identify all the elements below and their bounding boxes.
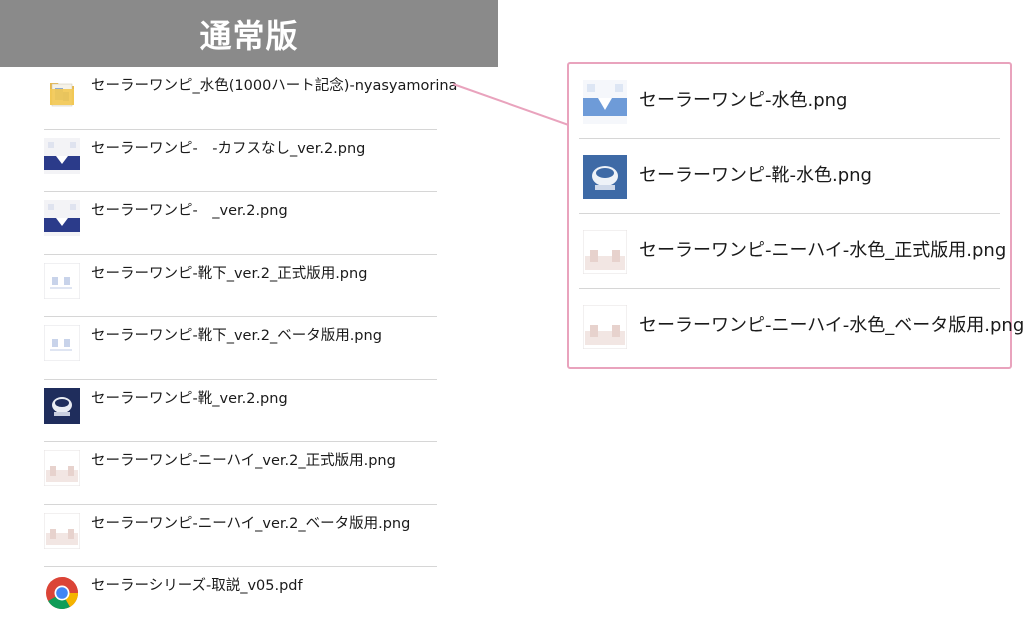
callout-file-name: セーラーワンピ-靴-水色.png: [639, 165, 872, 186]
section-header: 通常版: [0, 0, 498, 67]
file-item[interactable]: セーラーワンピ- _ver.2.png: [44, 192, 437, 255]
file-name: セーラーワンピ-ニーハイ_ver.2_正式版用.png: [91, 453, 396, 469]
callout-file-item[interactable]: セーラーワンピ-ニーハイ-水色_正式版用.png: [579, 214, 1006, 289]
file-name: セーラーワンピ_水色(1000ハート記念)-nyasyamorina: [91, 78, 458, 94]
file-item[interactable]: セーラーワンピ-靴下_ver.2_正式版用.png: [44, 255, 437, 317]
image-thumb-socks-icon: [44, 325, 80, 361]
image-thumb-kneehigh-icon: [44, 512, 80, 549]
image-thumb-dress-icon: [44, 137, 80, 174]
file-name: セーラーワンピ-靴_ver.2.png: [91, 390, 288, 407]
image-thumb-kneehigh-icon: [583, 230, 627, 274]
file-name: セーラーワンピ- _ver.2.png: [91, 203, 288, 219]
callout-panel: セーラーワンピ-水色.png セーラーワンピ-靴-水色.png セーラーワンピ-…: [567, 62, 1024, 369]
file-item[interactable]: セーラーワンピ-靴下_ver.2_ベータ版用.png: [44, 317, 437, 380]
file-name: セーラーワンピ-靴下_ver.2_正式版用.png: [91, 265, 368, 282]
callout-file-item[interactable]: セーラーワンピ-ニーハイ-水色_ベータ版用.png: [579, 289, 1024, 363]
section-title: 通常版: [199, 16, 299, 55]
file-name: セーラーワンピ- -カフスなし_ver.2.png: [91, 140, 366, 157]
file-item[interactable]: セーラーワンピ-靴_ver.2.png: [44, 380, 437, 442]
file-name: セーラーワンピ-靴下_ver.2_ベータ版用.png: [91, 328, 382, 344]
image-thumb-lightblue-shoes-icon: [583, 155, 627, 199]
file-name: セーラーシリーズ-取説_v05.pdf: [91, 578, 303, 594]
chrome-pdf-icon: [46, 577, 79, 610]
callout-file-name: セーラーワンピ-ニーハイ-水色_ベータ版用.png: [639, 315, 1024, 336]
file-name: セーラーワンピ-ニーハイ_ver.2_ベータ版用.png: [91, 515, 411, 532]
file-item[interactable]: セーラーシリーズ-取説_v05.pdf: [44, 567, 437, 629]
file-item[interactable]: セーラーワンピ-ニーハイ_ver.2_正式版用.png: [44, 442, 437, 505]
image-thumb-socks-icon: [44, 262, 80, 299]
callout-file-name: セーラーワンピ-ニーハイ-水色_正式版用.png: [639, 240, 1007, 261]
file-list: セーラーワンピ_水色(1000ハート記念)-nyasyamorina セーラーワ…: [44, 67, 457, 629]
file-item[interactable]: セーラーワンピ_水色(1000ハート記念)-nyasyamorina: [44, 67, 457, 130]
image-thumb-shoes-icon: [44, 387, 80, 424]
image-thumb-kneehigh-icon: [44, 450, 80, 486]
callout-file-item[interactable]: セーラーワンピ-水色.png: [579, 64, 1000, 139]
file-item[interactable]: セーラーワンピ- -カフスなし_ver.2.png: [44, 130, 437, 192]
file-item[interactable]: セーラーワンピ-ニーハイ_ver.2_ベータ版用.png: [44, 505, 437, 567]
folder-icon: [50, 83, 74, 107]
callout-file-item[interactable]: セーラーワンピ-靴-水色.png: [579, 139, 1000, 214]
image-thumb-dress-icon: [44, 200, 80, 236]
callout-file-name: セーラーワンピ-水色.png: [639, 90, 848, 111]
image-thumb-kneehigh-icon: [583, 305, 627, 349]
image-thumb-lightblue-dress-icon: [583, 80, 627, 124]
